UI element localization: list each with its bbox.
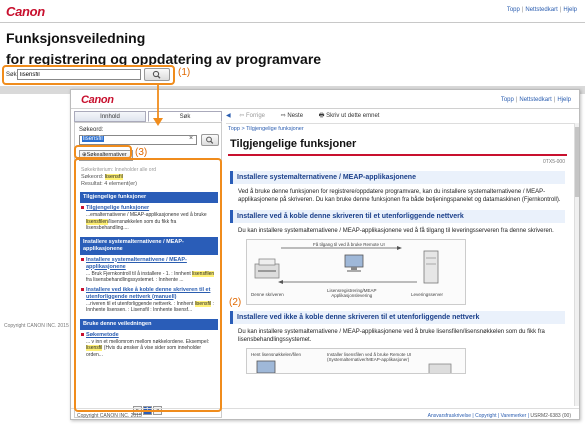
- search-button[interactable]: [201, 134, 219, 146]
- breadcrumb[interactable]: Topp > Tilgjengelige funksjoner: [226, 124, 575, 134]
- link-disclaimer[interactable]: Ansvarsfraskrivelse: [428, 413, 471, 419]
- computer-icon: [256, 360, 276, 373]
- highlight-box-3: [74, 145, 132, 159]
- prev-button[interactable]: ⇦ Forrige: [239, 113, 272, 119]
- copyright: Copyright CANON INC. 2015: [4, 323, 69, 329]
- section-heading: Installere systemalternativene / MEAP-ap…: [230, 171, 565, 184]
- print-button[interactable]: 🖶 Skriv ut dette emnet: [319, 113, 387, 119]
- top-links: Topp | Nettstedkart | Hjelp: [506, 7, 577, 13]
- highlight-box-2: [74, 158, 222, 412]
- topic-toolbar: ◀ ⇦ Forrige ⇨ Neste 🖶 Skriv ut dette emn…: [226, 111, 575, 122]
- section-text: Du kan installere systemalternativene / …: [238, 329, 545, 343]
- scroll-thumb[interactable]: [575, 127, 579, 197]
- doc-id: 0TX5-000: [543, 159, 565, 165]
- link-top[interactable]: Topp: [507, 7, 520, 13]
- annotation-1: (1): [178, 67, 191, 78]
- section-text: Du kan installere systemalternativene / …: [238, 228, 554, 234]
- diagram-caption-mid: Lisensregistrering/MEAP Applikasjonslever…: [327, 288, 377, 298]
- diagram-caption-left: Hent lisensnøkkelen/filen: [251, 352, 302, 357]
- tab-search[interactable]: Søk: [148, 111, 222, 122]
- clear-icon[interactable]: ×: [189, 135, 193, 142]
- network-diagram: Få tilgang til ved å bruke Remote UI Den…: [246, 239, 466, 305]
- link-trademarks[interactable]: Varemerker: [501, 413, 527, 419]
- link-sitemap[interactable]: Nettstedkart: [525, 7, 557, 13]
- link-copyright[interactable]: Copyright: [475, 413, 496, 419]
- keyword-label: Søkeord:: [79, 127, 104, 133]
- nav-tabs: Innhold Søk: [74, 111, 222, 122]
- topic-title: Tilgjengelige funksjoner: [228, 134, 567, 156]
- annotation-3: (3): [135, 147, 148, 158]
- link-sitemap[interactable]: Nettstedkart: [519, 97, 551, 103]
- keyword-input-value: lisensfil: [82, 136, 104, 142]
- top-links: Topp | Nettstedkart | Hjelp: [500, 97, 571, 103]
- collapse-icon[interactable]: ◀: [226, 113, 231, 119]
- section-heading: Installere ved å koble denne skriveren t…: [230, 210, 565, 223]
- topic-content: Topp > Tilgjengelige funksjoner Tilgjeng…: [226, 123, 575, 406]
- footer-links: Ansvarsfraskrivelse | Copyright | Vareme…: [427, 413, 571, 419]
- annotation-2: (2): [229, 297, 242, 308]
- page-title-line1: Funksjonsveiledning: [6, 30, 146, 46]
- content-scrollbar[interactable]: [574, 123, 579, 406]
- canon-logo: Canon: [6, 4, 45, 19]
- diagram-caption-right: Leveringsserver: [411, 292, 444, 297]
- header-divider: [71, 108, 579, 109]
- header-divider: [0, 22, 585, 23]
- diagram-caption-left: Denne skriveren: [251, 292, 284, 297]
- manual-code: USRM2-6383 (00): [530, 413, 571, 419]
- section-text: Ved å bruke denne funksjonen for registr…: [238, 189, 561, 203]
- link-help[interactable]: Hjelp: [563, 7, 577, 13]
- diagram-caption-mid: Installer lisensfilen ved å bruke Remote…: [327, 352, 412, 362]
- search-icon: [206, 136, 214, 144]
- copyright: Copyright CANON INC. 2015: [77, 413, 142, 419]
- next-button[interactable]: ⇨ Neste: [281, 113, 310, 119]
- link-help[interactable]: Hjelp: [557, 97, 571, 103]
- section-heading: Installere ved ikke å koble denne skrive…: [230, 311, 565, 324]
- printer-icon: [428, 363, 452, 373]
- highlight-box-1: [2, 65, 175, 85]
- tab-contents[interactable]: Innhold: [74, 111, 146, 122]
- link-top[interactable]: Topp: [501, 97, 514, 103]
- keyword-input[interactable]: lisensfil: [79, 135, 197, 145]
- license-diagram: Hent lisensnøkkelen/filen Installer lise…: [246, 348, 466, 374]
- canon-logo: Canon: [81, 94, 114, 106]
